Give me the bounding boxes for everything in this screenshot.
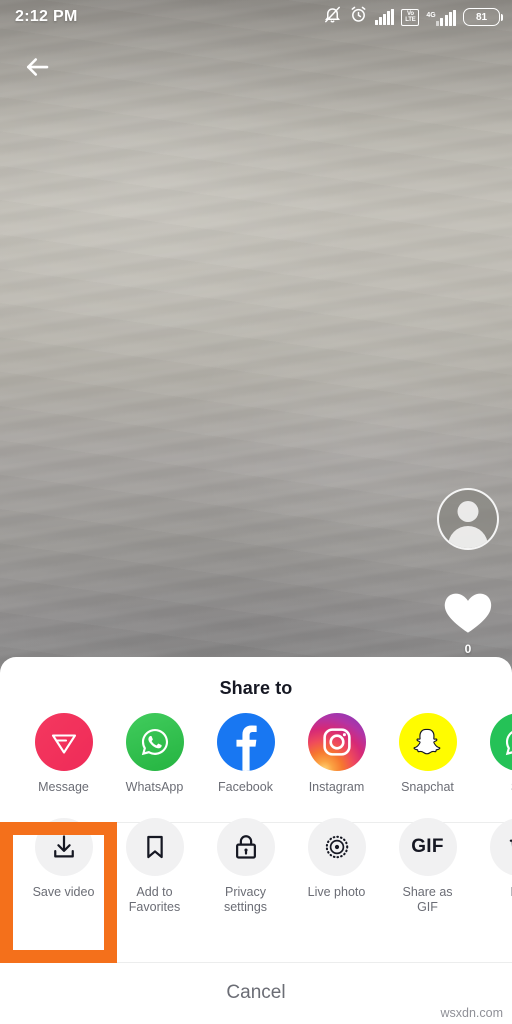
share-target-label: Instagram <box>308 780 365 794</box>
status-time: 2:12 PM <box>15 8 78 25</box>
action-delete[interactable]: De <box>473 817 512 915</box>
share-target-instagram[interactable]: Instagram <box>291 713 382 795</box>
share-target-label: Snapchat <box>401 780 454 794</box>
whatsapp-icon <box>125 713 184 771</box>
battery-icon: 81 <box>463 8 503 26</box>
share-sheet: Share to Message WhatsApp Facebook Insta… <box>0 657 512 1024</box>
avatar[interactable] <box>437 488 499 550</box>
action-save-video[interactable]: Save video <box>18 817 109 915</box>
share-target-whatsapp[interactable]: WhatsApp <box>109 713 200 795</box>
action-privacy-settings[interactable]: Privacy settings <box>200 817 291 915</box>
share-target-whatsapp-status[interactable]: Sh <box>473 713 512 795</box>
avatar-body-shape <box>448 526 488 548</box>
back-button[interactable] <box>20 52 54 86</box>
action-label: Add to Favorites <box>128 884 181 914</box>
heart-icon <box>442 587 494 640</box>
download-icon <box>34 817 93 876</box>
share-target-snapchat[interactable]: Snapchat <box>382 713 473 795</box>
volte-bottom-text: LTE <box>405 17 416 23</box>
share-target-facebook[interactable]: Facebook <box>200 713 291 795</box>
status-icon-group: Vo LTE 4G 81 <box>323 5 503 29</box>
action-share-as-gif[interactable]: GIF Share as GIF <box>382 817 473 915</box>
action-label: Privacy settings <box>223 884 268 914</box>
share-sheet-title: Share to <box>219 678 293 698</box>
like-count: 0 <box>464 642 472 656</box>
battery-percent: 81 <box>475 11 488 23</box>
gif-glyph: GIF <box>411 835 444 857</box>
trash-icon <box>489 817 512 876</box>
action-live-photo[interactable]: Live photo <box>291 817 382 915</box>
share-target-label: WhatsApp <box>125 780 184 794</box>
share-apps-row: Message WhatsApp Facebook Instagram Snap… <box>0 713 512 795</box>
gif-icon: GIF <box>398 817 457 876</box>
like-button[interactable]: 0 <box>440 587 496 656</box>
share-target-label: Facebook <box>218 780 273 794</box>
phone-screen: 2:12 PM Vo LTE 4G 81 0 Share to Message … <box>0 0 512 1024</box>
volte-icon: Vo LTE <box>401 8 420 26</box>
back-arrow-icon <box>22 52 52 87</box>
action-label: Share as GIF <box>402 884 453 914</box>
signal-4g-icon: 4G <box>426 8 456 26</box>
whatsapp-status-icon <box>489 713 512 771</box>
alarm-icon <box>349 5 368 29</box>
bookmark-icon <box>125 817 184 876</box>
tiktok-message-icon <box>34 713 93 771</box>
network-label: 4G <box>426 12 436 19</box>
action-add-to-favorites[interactable]: Add to Favorites <box>109 817 200 915</box>
snapchat-icon <box>398 713 457 771</box>
share-actions-row: Save video Add to Favorites Privacy sett… <box>0 817 512 915</box>
watermark: wsxdn.com <box>440 1006 503 1020</box>
action-label: Live photo <box>307 884 366 899</box>
video-action-rail: 0 <box>436 488 500 656</box>
signal-icon <box>374 9 395 25</box>
status-bar: 2:12 PM Vo LTE 4G 81 <box>0 0 512 34</box>
lock-icon <box>216 817 275 876</box>
facebook-icon <box>216 713 275 771</box>
cancel-button[interactable]: Cancel <box>0 962 512 1024</box>
share-target-message[interactable]: Message <box>18 713 109 795</box>
silent-bell-icon <box>323 5 342 29</box>
action-label: Save video <box>32 884 95 899</box>
share-target-label: Message <box>38 780 89 794</box>
instagram-icon <box>307 713 366 771</box>
live-photo-icon <box>307 817 366 876</box>
avatar-head-shape <box>457 501 479 522</box>
